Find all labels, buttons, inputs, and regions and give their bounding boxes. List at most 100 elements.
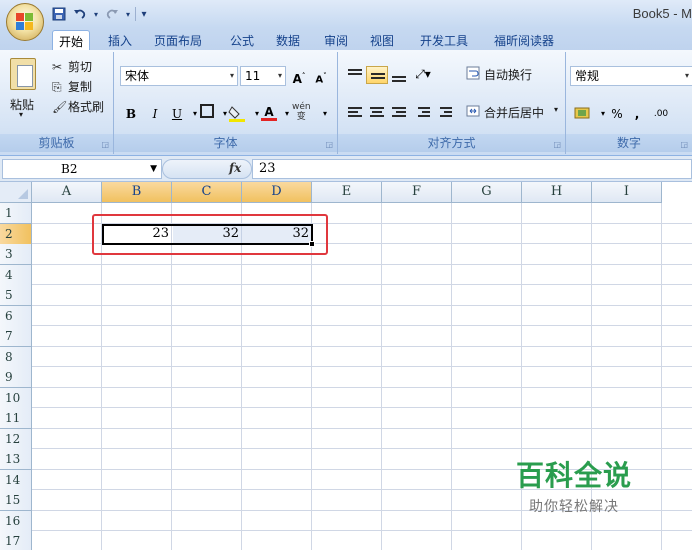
font-group-label: 字体: [114, 134, 337, 152]
row-header-13[interactable]: 13: [0, 449, 32, 470]
select-all-button[interactable]: [0, 182, 32, 203]
accounting-format-icon[interactable]: [574, 106, 592, 123]
redo-icon[interactable]: [103, 5, 121, 23]
customize-qat-icon[interactable]: ▾: [139, 5, 149, 23]
watermark-title: 百科全说: [515, 459, 632, 492]
orientation-icon[interactable]: ⤢▾: [414, 64, 432, 84]
scissors-icon[interactable]: ✂: [52, 60, 62, 74]
grid-line: [451, 203, 452, 550]
office-button[interactable]: [6, 3, 44, 41]
column-header-h[interactable]: H: [522, 182, 592, 203]
row-header-9[interactable]: 9: [0, 367, 32, 388]
tab-formulas[interactable]: 公式: [224, 30, 260, 50]
formula-input[interactable]: 23: [252, 159, 692, 179]
font-name-select[interactable]: 宋体 ▾: [120, 66, 238, 86]
align-left-icon[interactable]: [344, 104, 366, 122]
row-header-12[interactable]: 12: [0, 428, 32, 450]
row-header-6[interactable]: 6: [0, 305, 32, 327]
increase-indent-icon[interactable]: [434, 104, 456, 122]
row-header-10[interactable]: 10: [0, 387, 32, 409]
copy-icon[interactable]: ⎘: [52, 80, 62, 95]
wrap-text-button[interactable]: 自动换行: [484, 66, 532, 83]
row-header-16[interactable]: 16: [0, 510, 32, 532]
underline-button[interactable]: U: [168, 104, 186, 124]
merge-center-icon[interactable]: [466, 104, 480, 121]
save-icon[interactable]: [50, 5, 68, 23]
merge-center-button[interactable]: 合并后居中: [484, 104, 544, 121]
redo-dropdown-icon[interactable]: ▾: [124, 5, 132, 23]
column-header-e[interactable]: E: [312, 182, 382, 203]
column-header-g[interactable]: G: [452, 182, 522, 203]
row-header-4[interactable]: 4: [0, 264, 32, 286]
number-launcher-icon[interactable]: ◲: [680, 140, 688, 149]
tab-view[interactable]: 视图: [364, 30, 400, 50]
wrap-text-icon[interactable]: [466, 66, 480, 83]
tab-foxit-reader[interactable]: 福昕阅读器: [488, 30, 560, 50]
insert-function-icon[interactable]: fx: [229, 161, 241, 175]
row-header-17[interactable]: 17: [0, 531, 32, 550]
office-logo-icon: [16, 13, 34, 31]
row-header-5[interactable]: 5: [0, 285, 32, 306]
font-name-dropdown-icon: ▾: [229, 71, 234, 80]
tab-data[interactable]: 数据: [270, 30, 306, 50]
tab-page-layout[interactable]: 页面布局: [148, 30, 208, 50]
font-color-icon[interactable]: A: [260, 102, 278, 122]
row-header-7[interactable]: 7: [0, 326, 32, 347]
align-bottom-icon[interactable]: [388, 66, 410, 84]
tab-review[interactable]: 审阅: [318, 30, 354, 50]
column-header-d[interactable]: D: [242, 182, 312, 203]
ribbon-tabs: 开始 插入 页面布局 公式 数据 审阅 视图 开发工具 福昕阅读器: [0, 28, 692, 50]
name-box[interactable]: B2 ▼: [2, 159, 162, 179]
shrink-font-icon[interactable]: A˅: [312, 66, 330, 86]
quick-access-toolbar: ▾ ▾ ▾: [50, 4, 149, 24]
align-center-icon[interactable]: [366, 104, 388, 122]
grid-line: [32, 325, 692, 326]
number-group-label: 数字: [566, 134, 692, 152]
column-header-i[interactable]: I: [592, 182, 662, 203]
tab-developer[interactable]: 开发工具: [414, 30, 474, 50]
row-header-8[interactable]: 8: [0, 346, 32, 368]
alignment-launcher-icon[interactable]: ◲: [553, 140, 561, 149]
align-top-icon[interactable]: [344, 66, 366, 84]
worksheet-grid[interactable]: A B C D E F G H I 1 2 3 4 5 6 7 8 9 10 11 12 13 14 15 16 17 23 32 32…: [0, 182, 692, 550]
row-header-15[interactable]: 15: [0, 490, 32, 511]
column-header-c[interactable]: C: [172, 182, 242, 203]
grow-font-icon[interactable]: A˄: [290, 66, 308, 86]
row-header-2[interactable]: 2: [0, 223, 32, 245]
copy-button[interactable]: 复制: [68, 78, 92, 95]
tab-insert[interactable]: 插入: [102, 30, 138, 50]
format-painter-button[interactable]: 格式刷: [68, 98, 104, 115]
row-header-11[interactable]: 11: [0, 408, 32, 429]
phonetic-dropdown-icon[interactable]: ▾: [316, 104, 334, 124]
fill-color-icon[interactable]: [228, 104, 246, 124]
increase-decimal-button[interactable]: .00: [652, 104, 670, 124]
bold-button[interactable]: B: [122, 104, 140, 124]
column-header-b[interactable]: B: [102, 182, 172, 203]
column-header-f[interactable]: F: [382, 182, 452, 203]
phonetic-icon[interactable]: wén 变: [292, 102, 311, 122]
decrease-indent-icon[interactable]: [412, 104, 434, 122]
name-box-dropdown-icon: ▼: [150, 164, 157, 174]
row-header-1[interactable]: 1: [0, 203, 32, 224]
row-header-3[interactable]: 3: [0, 244, 32, 265]
tab-home[interactable]: 开始: [52, 30, 91, 50]
grid-line: [32, 386, 692, 388]
font-size-select[interactable]: 11 ▾: [240, 66, 286, 86]
italic-button[interactable]: I: [146, 104, 164, 124]
cut-button[interactable]: 剪切: [68, 58, 92, 75]
align-middle-icon[interactable]: [366, 66, 388, 84]
border-icon[interactable]: [198, 104, 216, 124]
comma-button[interactable]: ,: [628, 104, 646, 124]
merge-center-dropdown-icon[interactable]: ▾: [554, 105, 558, 114]
percent-button[interactable]: %: [608, 104, 626, 124]
number-format-select[interactable]: 常规 ▾: [570, 66, 692, 86]
row-header-14[interactable]: 14: [0, 469, 32, 491]
undo-dropdown-icon[interactable]: ▾: [92, 5, 100, 23]
clipboard-launcher-icon[interactable]: ◲: [101, 140, 109, 149]
undo-icon[interactable]: [71, 5, 89, 23]
column-header-a[interactable]: A: [32, 182, 102, 203]
format-painter-icon[interactable]: 🖌: [52, 100, 67, 114]
align-right-icon[interactable]: [388, 104, 410, 122]
font-launcher-icon[interactable]: ◲: [325, 140, 333, 149]
grid-line: [32, 284, 692, 285]
